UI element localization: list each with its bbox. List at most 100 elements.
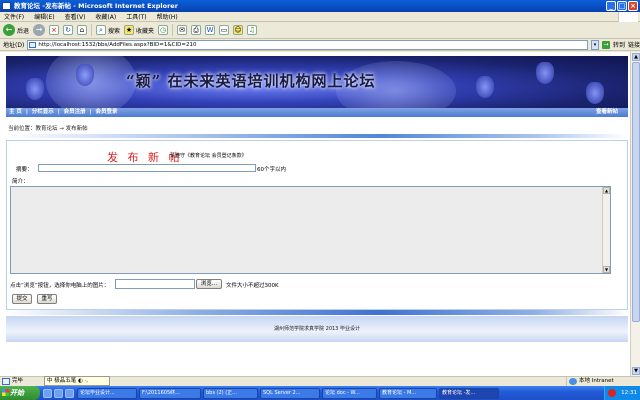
flower-image bbox=[476, 76, 494, 98]
ie-icon bbox=[2, 2, 11, 10]
history-button[interactable]: ◷ bbox=[158, 25, 169, 35]
go-button[interactable]: 转到 bbox=[613, 40, 625, 49]
media-button[interactable]: ♫ bbox=[247, 25, 258, 35]
submit-button[interactable]: 提交 bbox=[12, 294, 32, 304]
breadcrumb-forum-link[interactable]: 教育论坛 bbox=[36, 126, 58, 132]
divider bbox=[6, 134, 628, 138]
print-button[interactable]: ⎙ bbox=[191, 25, 202, 35]
file-path-input[interactable] bbox=[115, 279, 195, 289]
quicklaunch-media-icon[interactable] bbox=[65, 388, 74, 398]
favorites-button[interactable]: ★ 收藏夹 bbox=[124, 25, 154, 35]
reset-button[interactable]: 重写 bbox=[37, 294, 57, 304]
file-size-hint: 文件大小不超过300K bbox=[226, 283, 279, 289]
site-banner: “颖” 在未来英语培训机构网上论坛 bbox=[6, 56, 628, 108]
address-url: http://localhost:1532/bbs/AddFiles.aspx?… bbox=[38, 41, 197, 48]
scroll-down-icon[interactable]: ▼ bbox=[603, 266, 610, 273]
messenger-button[interactable]: ☺ bbox=[233, 25, 244, 35]
address-label: 地址(D) bbox=[3, 42, 25, 49]
form-terms-note: 请遵守《教育论坛 会员登记条款》 bbox=[170, 153, 247, 159]
star-icon: ★ bbox=[124, 25, 135, 35]
search-label: 搜索 bbox=[108, 27, 121, 35]
window-title: 教育论坛 -发布新帖 - Microsoft Internet Explorer bbox=[14, 2, 178, 10]
footer-divider bbox=[6, 310, 628, 315]
breadcrumb-current: 发布新帖 bbox=[65, 126, 88, 132]
toolbar: ← 后退 → × ↻ ⌂ ⌕ 搜索 ★ 收藏夹 ◷ ✉ ⎙ W ▭ ☺ ♫ bbox=[0, 22, 640, 39]
zone-text: 本地 Intranet bbox=[579, 378, 614, 384]
nav-sep: | bbox=[89, 109, 92, 115]
page-scrollbar[interactable]: ▲ ▼ bbox=[630, 52, 640, 376]
summary-label: 摘要： bbox=[16, 167, 33, 173]
textarea-scrollbar[interactable]: ▲ ▼ bbox=[602, 187, 610, 273]
nav-new-posts[interactable]: 查看新帖 bbox=[596, 108, 618, 117]
minimize-button[interactable]: _ bbox=[606, 1, 616, 11]
menu-tools[interactable]: 工具(T) bbox=[126, 12, 146, 21]
search-icon: ⌕ bbox=[96, 25, 107, 35]
site-nav: 主 页 | 分栏显示 | 会员注册 | 会员登录 查看新帖 bbox=[6, 108, 628, 117]
flower-image bbox=[76, 64, 94, 86]
address-dropdown[interactable]: ▾ bbox=[590, 39, 599, 50]
menu-view[interactable]: 查看(V) bbox=[65, 12, 86, 21]
address-bar: 地址(D) http://localhost:1532/bbs/AddFiles… bbox=[0, 39, 640, 51]
back-arrow-icon: ← bbox=[3, 24, 15, 36]
address-input[interactable]: http://localhost:1532/bbs/AddFiles.aspx?… bbox=[27, 39, 588, 50]
task-button[interactable]: 教育论坛 - M... bbox=[379, 387, 437, 399]
task-button[interactable]: SQL Server 2... bbox=[260, 387, 320, 399]
menu-help[interactable]: 帮助(H) bbox=[157, 12, 178, 21]
back-label: 后退 bbox=[17, 27, 30, 35]
maximize-button[interactable]: □ bbox=[617, 1, 627, 11]
scroll-thumb[interactable] bbox=[632, 62, 640, 322]
flower-image bbox=[536, 62, 554, 84]
stop-button[interactable]: × bbox=[49, 25, 60, 35]
task-button[interactable]: 论坛 doc - W... bbox=[322, 387, 377, 399]
nav-register[interactable]: 会员注册 bbox=[64, 109, 86, 115]
browse-button[interactable]: 浏览... bbox=[196, 279, 222, 289]
quicklaunch-desktop-icon[interactable] bbox=[54, 388, 63, 398]
summary-input[interactable] bbox=[38, 164, 256, 172]
status-text: 完毕 bbox=[12, 378, 24, 384]
task-button-active[interactable]: 教育论坛 -发... bbox=[439, 387, 499, 399]
task-button[interactable]: F:\2011605终... bbox=[139, 387, 201, 399]
windows-flag-icon bbox=[2, 389, 9, 396]
go-arrow-icon[interactable]: → bbox=[601, 40, 610, 49]
toolbar-separator bbox=[91, 24, 93, 36]
search-button[interactable]: ⌕ 搜索 bbox=[96, 25, 120, 35]
refresh-button[interactable]: ↻ bbox=[63, 25, 74, 35]
nav-columns[interactable]: 分栏显示 bbox=[32, 109, 54, 115]
mail-button[interactable]: ✉ bbox=[177, 25, 188, 35]
scroll-up-icon[interactable]: ▲ bbox=[603, 187, 610, 194]
menu-file[interactable]: 文件(F) bbox=[4, 12, 24, 21]
nav-sep: | bbox=[57, 109, 60, 115]
scroll-up-icon[interactable]: ▲ bbox=[632, 53, 640, 61]
favorites-label: 收藏夹 bbox=[136, 27, 155, 35]
start-button[interactable]: 开始 bbox=[0, 386, 40, 400]
intro-label: 简介： bbox=[12, 179, 29, 185]
close-button[interactable]: × bbox=[628, 1, 638, 11]
breadcrumb-prefix: 当前位置： bbox=[8, 126, 36, 132]
links-button[interactable]: 链接 bbox=[628, 40, 640, 49]
forward-button[interactable]: → bbox=[33, 24, 46, 36]
intro-textarea[interactable]: ▲ ▼ bbox=[10, 186, 611, 274]
page-viewport: “颖” 在未来英语培训机构网上论坛 主 页 | 分栏显示 | 会员注册 | 会员… bbox=[0, 52, 630, 376]
back-button[interactable]: ← 后退 bbox=[3, 24, 29, 36]
quicklaunch-ie-icon[interactable] bbox=[43, 388, 52, 398]
edit-button[interactable]: W bbox=[205, 25, 216, 35]
task-button[interactable]: bbs (2) (正... bbox=[203, 387, 258, 399]
ime-toolbar[interactable]: 中 极品五笔 ◐ ·, bbox=[44, 376, 110, 386]
flower-image bbox=[586, 82, 604, 104]
clock: 12:31 bbox=[621, 390, 637, 396]
taskbar: 开始 论坛毕业设计... F:\2011605终... bbs (2) (正..… bbox=[0, 386, 640, 400]
flower-image bbox=[26, 78, 44, 100]
nav-home[interactable]: 主 页 bbox=[9, 109, 22, 115]
home-button[interactable]: ⌂ bbox=[77, 25, 88, 35]
tray-alert-icon[interactable] bbox=[608, 389, 617, 397]
breadcrumb-arrow: → bbox=[59, 126, 64, 132]
attach-label: 点击“浏览”按钮，选择你电脑上的图片： bbox=[10, 283, 110, 289]
menu-edit[interactable]: 编辑(E) bbox=[34, 12, 54, 21]
nav-login[interactable]: 会员登录 bbox=[96, 109, 118, 115]
menu-favorites[interactable]: 收藏(A) bbox=[95, 12, 116, 21]
page-done-icon bbox=[2, 378, 10, 385]
scroll-down-icon[interactable]: ▼ bbox=[632, 367, 640, 375]
task-button[interactable]: 论坛毕业设计... bbox=[77, 387, 137, 399]
start-label: 开始 bbox=[10, 389, 24, 397]
discuss-button[interactable]: ▭ bbox=[219, 25, 230, 35]
